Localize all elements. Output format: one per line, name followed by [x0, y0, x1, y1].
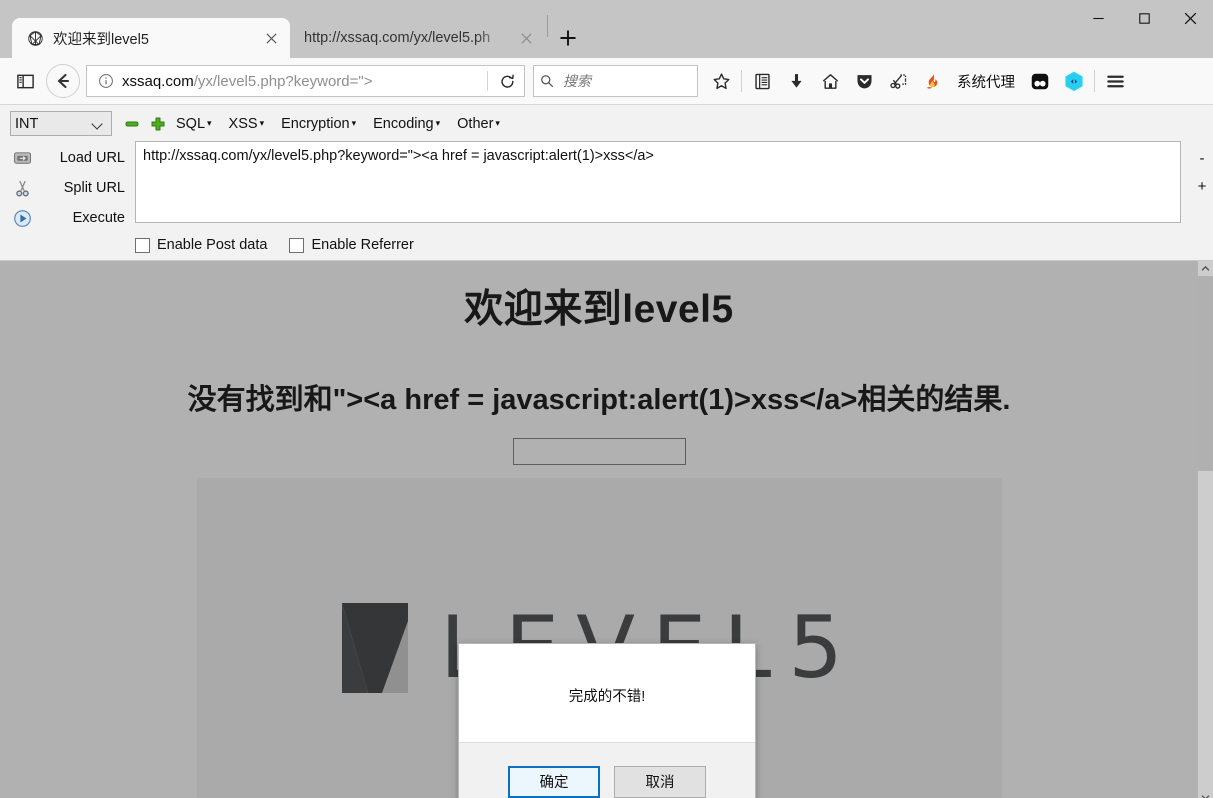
browser-window: 欢迎来到level5 http://xssaq.com/yx/level5.ph [0, 0, 1213, 798]
hackbar-flame-icon[interactable] [915, 64, 949, 98]
chevron-down-icon: ▾ [435, 117, 441, 128]
dialog-cancel-button[interactable]: 取消 [614, 765, 706, 798]
dialog-buttons: 确定 取消 [459, 742, 755, 798]
hackbar-main-row: Load URL Split URL Execute http://xssaq.… [0, 138, 1213, 233]
dialog-ok-button[interactable]: 确定 [508, 765, 600, 798]
page-viewport: 欢迎来到level5 没有找到和"><a href = javascript:a… [0, 261, 1213, 798]
chevron-down-icon: ▾ [259, 117, 265, 128]
hackbar-type-select[interactable]: INT [10, 111, 112, 136]
enable-post-data-checkbox[interactable]: Enable Post data [135, 237, 267, 253]
chevron-down-icon: ▾ [495, 117, 500, 128]
hackbar-checkbox-row: Enable Post data Enable Referrer [0, 233, 1213, 256]
library-icon[interactable] [745, 64, 779, 98]
tab-close-icon[interactable] [515, 27, 537, 49]
dialog-message: 完成的不错! [568, 689, 646, 705]
enable-referrer-checkbox[interactable]: Enable Referrer [289, 237, 414, 253]
close-button[interactable] [1167, 0, 1213, 36]
hackbar-zoom-controls: - + [1191, 141, 1213, 233]
chevron-down-icon: ▾ [351, 117, 357, 128]
chevron-down-icon: ▾ [207, 117, 212, 128]
url-bar[interactable]: xssaq.com/yx/level5.php?keyword="> [86, 65, 525, 97]
back-button[interactable] [46, 64, 80, 98]
cyan-hexagon-extension-icon[interactable] [1057, 64, 1091, 98]
scrollbar-thumb[interactable] [1198, 276, 1213, 471]
execute-play-icon [10, 209, 34, 228]
proxy-status-label[interactable]: 系统代理 [949, 71, 1023, 92]
star-icon[interactable] [704, 64, 738, 98]
polyhedron-icon [26, 29, 44, 47]
navigation-toolbar: xssaq.com/yx/level5.php?keyword="> 搜索 系统… [0, 58, 1213, 105]
reload-icon[interactable] [492, 66, 522, 96]
checkbox-box[interactable] [289, 237, 305, 253]
menu-label: SQL [176, 115, 206, 132]
url-host: xssaq.com [122, 72, 194, 90]
hackbar-panel: INT SQL ▾ XSS ▾ Encryption ▾ Encoding ▾ Othe… [0, 105, 1213, 261]
hamburger-menu-icon[interactable] [1098, 64, 1132, 98]
sidebar-icon[interactable] [8, 64, 42, 98]
checkbox-box[interactable] [135, 237, 150, 253]
load-url-icon [10, 150, 34, 167]
scroll-down-arrow-icon[interactable] [1198, 790, 1213, 798]
pocket-icon[interactable] [847, 64, 881, 98]
hackbar-menu-encryption[interactable]: Encryption ▾ [281, 116, 356, 132]
split-url-label: Split URL [63, 180, 125, 196]
hackbar-actions: Load URL Split URL Execute [10, 141, 135, 233]
hackbar-menu-sql[interactable]: SQL ▾ [176, 116, 212, 132]
hackbar-menu-other[interactable]: Other ▾ [457, 116, 500, 132]
search-icon [540, 74, 554, 88]
tab-title: http://xssaq.com/yx/level5.ph [304, 30, 491, 46]
info-circle-icon[interactable] [95, 70, 117, 92]
menu-label: Other [457, 115, 494, 132]
screenshot-scissors-icon[interactable] [881, 64, 915, 98]
scrollbar-track[interactable] [1198, 276, 1213, 790]
tab-welcome-level5[interactable]: 欢迎来到level5 [12, 18, 290, 58]
enable-referrer-label: Enable Referrer [311, 237, 414, 253]
execute-label: Execute [72, 210, 125, 226]
search-input[interactable] [561, 72, 691, 90]
execute-button[interactable]: Execute [10, 203, 135, 233]
downloads-icon[interactable] [779, 64, 813, 98]
enable-post-data-label: Enable Post data [157, 237, 268, 253]
hackbar-url-textarea[interactable] [135, 141, 1181, 223]
load-url-label: Load URL [59, 150, 125, 166]
hackbar-zoom-in-button[interactable]: + [1198, 173, 1207, 201]
menu-label: Encoding [373, 115, 434, 132]
vertical-scrollbar[interactable] [1198, 261, 1213, 798]
maximize-button[interactable] [1121, 0, 1167, 36]
hackbar-menu-encoding[interactable]: Encoding ▾ [373, 116, 440, 132]
search-bar[interactable] [533, 65, 698, 97]
hackbar-type-select-wrap: INT [10, 111, 112, 136]
window-controls [1075, 0, 1213, 36]
tab-title: 欢迎来到level5 [53, 31, 149, 48]
panda-extension-icon[interactable] [1023, 64, 1057, 98]
url-text[interactable]: xssaq.com/yx/level5.php?keyword="> [122, 73, 483, 90]
url-path: /yx/level5.php?keyword="> [193, 72, 373, 90]
menu-label: XSS [228, 115, 258, 132]
tab-strip: 欢迎来到level5 http://xssaq.com/yx/level5.ph [12, 0, 1213, 58]
home-icon[interactable] [813, 64, 847, 98]
split-url-button[interactable]: Split URL [10, 173, 135, 203]
hackbar-minus-icon[interactable] [124, 116, 140, 132]
minimize-button[interactable] [1075, 0, 1121, 36]
tab-level5-url[interactable]: http://xssaq.com/yx/level5.ph [290, 18, 545, 58]
toolbar-divider [741, 70, 742, 92]
menu-label: Encryption [281, 115, 350, 132]
split-url-scissors-icon [10, 179, 34, 198]
hackbar-menu-row: INT SQL ▾ XSS ▾ Encryption ▾ Encoding ▾ Othe… [0, 109, 1213, 138]
javascript-confirm-dialog: 完成的不错! 确定 取消 [458, 643, 756, 798]
scroll-up-arrow-icon[interactable] [1198, 261, 1213, 276]
new-tab-button[interactable] [550, 20, 586, 56]
hackbar-zoom-out-button[interactable]: - [1200, 145, 1205, 173]
hackbar-menu-xss[interactable]: XSS ▾ [229, 116, 265, 132]
tab-close-icon[interactable] [260, 27, 282, 49]
title-bar: 欢迎来到level5 http://xssaq.com/yx/level5.ph [0, 0, 1213, 58]
url-divider [487, 71, 488, 91]
tab-divider [547, 15, 548, 37]
toolbar-divider-2 [1094, 70, 1095, 92]
hackbar-plus-icon[interactable] [150, 116, 166, 132]
load-url-button[interactable]: Load URL [10, 143, 135, 173]
